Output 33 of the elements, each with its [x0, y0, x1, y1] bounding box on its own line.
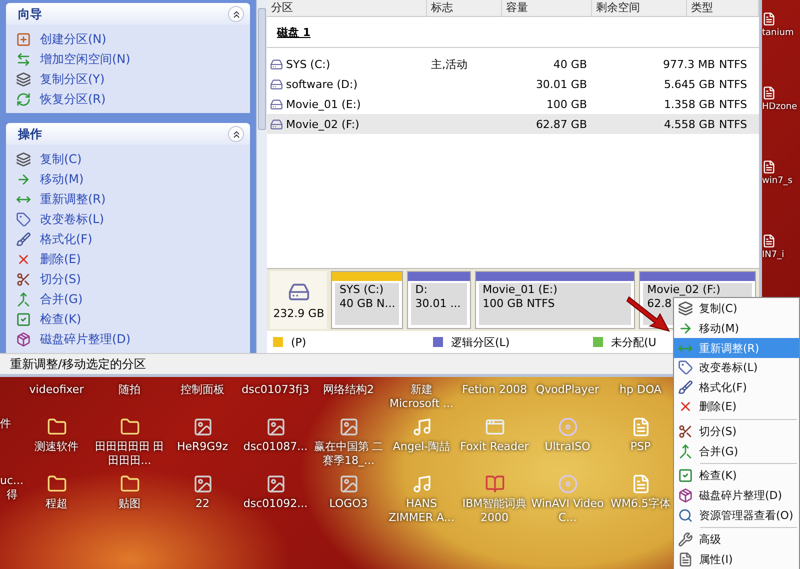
table-cell-text: 977.3 MB	[662, 58, 715, 70]
partition-name: Movie_02 (F:)	[647, 283, 720, 296]
partition-size: 100 GB NTFS	[482, 297, 555, 310]
legend-label: 未分配(U	[611, 334, 656, 350]
table-cell-text: 4.558 GB	[662, 118, 715, 130]
partition-size: 62.8	[647, 297, 672, 310]
table-cell: SYS (C:)	[267, 58, 427, 70]
table-cell: Movie_01 (E:)	[267, 98, 427, 110]
partition-name: Movie_01 (E:)	[482, 283, 558, 296]
table-cell-text: 主,活动	[430, 56, 468, 72]
section-title: 操作	[18, 126, 42, 142]
table-cell-text: NTFS	[718, 118, 748, 130]
section-title: 向导	[18, 6, 42, 22]
disk-title: 磁盘 1	[277, 24, 310, 40]
table-cell-text: 1.358 GB	[662, 98, 715, 110]
partition-size: 30.01 ...	[415, 297, 461, 310]
table-cell-text: 100 GB	[545, 98, 587, 110]
table-cell-text: NTFS	[718, 98, 748, 110]
disk-size: 232.9 GB	[273, 306, 324, 320]
table-cell: software (D:)	[267, 78, 427, 90]
table-cell-text: 30.01 GB	[534, 78, 587, 90]
table-cell-text: NTFS	[718, 58, 748, 70]
status-text: 重新调整/移动选定的分区	[10, 356, 146, 372]
partition-name: D:	[415, 283, 428, 296]
table-cell-text: 40 GB	[552, 58, 587, 70]
table-cell: Movie_02 (F:)	[267, 118, 427, 130]
table-cell-text: 5.645 GB	[662, 78, 715, 90]
table-cell-text: NTFS	[718, 78, 748, 90]
legend-label: (P)	[291, 336, 306, 348]
partition-name: SYS (C:)	[339, 283, 384, 296]
table-cell-text: 62.87 GB	[534, 118, 587, 130]
legend-label: 逻辑分区(L)	[451, 334, 510, 350]
partition-size: 40 GB N...	[339, 297, 396, 310]
